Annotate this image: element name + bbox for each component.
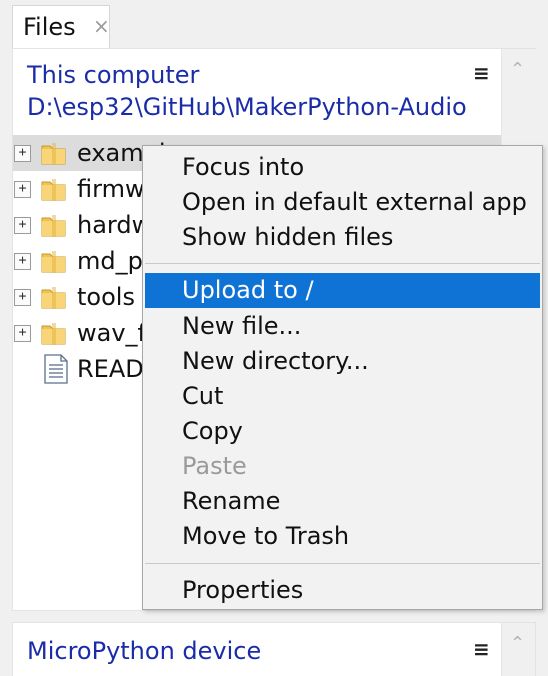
menu-item-label: Paste [182,452,247,480]
menu-item-label: New file... [182,312,302,340]
close-icon[interactable]: × [93,14,110,38]
tab-files-label: Files [23,13,76,41]
tree-item-label: READ [77,355,144,383]
tree-item-label: firmw [77,175,145,203]
menu-item-rename[interactable]: Rename [145,484,540,519]
scroll-up-icon[interactable]: ⌃ [510,59,525,80]
menu-item-copy[interactable]: Copy [145,414,540,449]
menu-item-label: Properties [182,576,304,604]
menu-item-open-external[interactable]: Open in default external app [145,185,540,220]
folder-icon [41,323,66,345]
pane-menu-icon[interactable]: ≡ [473,61,490,85]
tree-item-label: md_p [77,247,143,275]
path-breadcrumb[interactable]: D:\esp32\GitHub\MakerPython-Audio [27,93,467,121]
menu-item-label: Move to Trash [182,522,350,550]
menu-item-label: Upload to / [182,276,314,304]
menu-separator [145,263,540,264]
menu-item-properties[interactable]: Properties [145,573,540,608]
device-title[interactable]: MicroPython device [27,637,261,665]
expand-icon[interactable]: + [14,325,31,342]
menu-item-focus-into[interactable]: Focus into [145,150,540,185]
menu-item-paste: Paste [145,449,540,484]
device-files-pane: MicroPython device ≡ ⌃ [12,622,536,676]
folder-icon [41,251,66,273]
folder-icon [41,179,66,201]
tree-item-label: tools [77,283,135,311]
menu-item-label: Rename [182,487,281,515]
location-title[interactable]: This computer [27,61,199,89]
menu-item-label: Open in default external app [182,188,527,216]
expand-icon[interactable]: + [14,289,31,306]
tab-bar: Files × [0,0,548,49]
menu-separator [145,563,540,564]
tree-item-label: hardw [77,211,152,239]
folder-icon [41,215,66,237]
folder-icon [41,287,66,309]
menu-item-label: Show hidden files [182,223,394,251]
expand-icon[interactable]: + [14,253,31,270]
menu-item-label: Focus into [182,153,305,181]
folder-icon [41,143,66,165]
menu-item-show-hidden[interactable]: Show hidden files [145,220,540,255]
menu-item-upload[interactable]: Upload to / [145,273,540,308]
expand-icon[interactable]: + [14,145,31,162]
tab-files[interactable]: Files × [12,5,110,49]
device-menu-icon[interactable]: ≡ [473,637,490,661]
menu-item-new-file[interactable]: New file... [145,309,540,344]
menu-item-new-directory[interactable]: New directory... [145,344,540,379]
expand-icon[interactable]: + [14,217,31,234]
text-file-icon [44,354,68,384]
menu-item-cut[interactable]: Cut [145,379,540,414]
expand-icon[interactable]: + [14,181,31,198]
scroll-up-icon[interactable]: ⌃ [510,633,525,654]
menu-item-label: Copy [182,417,243,445]
device-scrollbar[interactable]: ⌃ [501,623,535,676]
tree-item-label: wav_f [77,319,146,347]
menu-item-label: Cut [182,382,224,410]
context-menu: Focus into Open in default external app … [142,145,543,610]
menu-item-move-to-trash[interactable]: Move to Trash [145,519,540,554]
menu-item-label: New directory... [182,347,369,375]
